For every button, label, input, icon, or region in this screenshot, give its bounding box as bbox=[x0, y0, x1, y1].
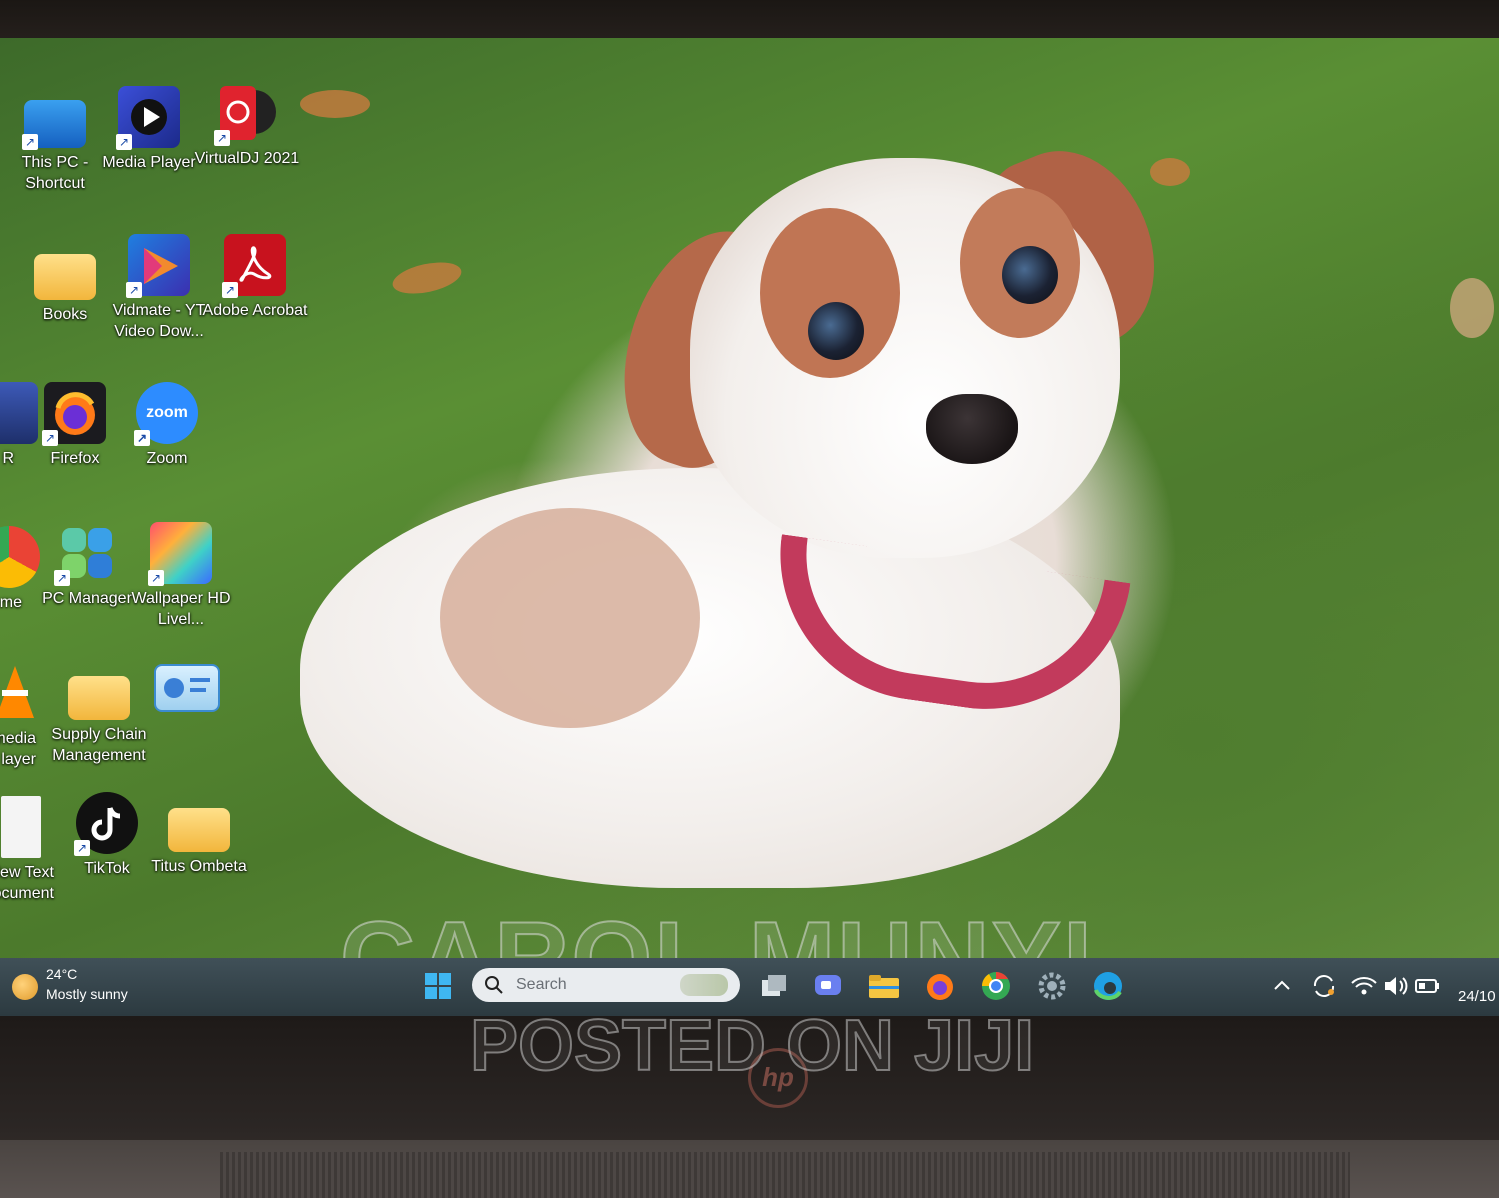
chat-icon bbox=[815, 975, 841, 995]
firefox-icon: ↗ bbox=[42, 382, 106, 446]
leaf-decoration bbox=[300, 90, 370, 118]
desktop-icon-label: Vidmate - YT Video Dow... bbox=[112, 302, 206, 340]
chat-button[interactable] bbox=[810, 968, 846, 1004]
search-icon bbox=[485, 976, 503, 994]
desktop-icon-label: VirtualDJ 2021 bbox=[194, 150, 300, 167]
folder-icon bbox=[34, 254, 96, 300]
leaf-decoration bbox=[389, 257, 465, 299]
taskbar-search-box[interactable]: Search bbox=[472, 968, 740, 1002]
shortcut-arrow-icon: ↗ bbox=[54, 570, 70, 586]
desktop-icon-label: Titus Ombeta bbox=[151, 858, 247, 875]
zoom-icon-glyph: zoom bbox=[146, 404, 188, 421]
weather-temperature: 24°C bbox=[46, 966, 78, 982]
shortcut-arrow-icon: ↗ bbox=[126, 282, 142, 298]
puppy-eye-left bbox=[808, 302, 864, 360]
shortcut-arrow-icon: ↗ bbox=[116, 134, 132, 150]
presentation-icon bbox=[154, 664, 220, 712]
pc-manager-icon: ↗ bbox=[54, 522, 118, 586]
zoom-icon: zoom ↗ bbox=[134, 382, 198, 446]
desktop-icon-label: Adobe Acrobat bbox=[202, 302, 308, 319]
file-explorer-button[interactable] bbox=[866, 968, 902, 1004]
chevron-up-icon bbox=[1274, 980, 1290, 990]
vlc-icon bbox=[0, 662, 46, 724]
volume-tray-button[interactable] bbox=[1378, 968, 1414, 1004]
monitor-icon: ↗ bbox=[22, 100, 86, 150]
wallpaper-icon: ↗ bbox=[148, 522, 212, 586]
leaf-decoration bbox=[1150, 158, 1190, 186]
puppy-eye-right bbox=[1002, 246, 1058, 304]
shortcut-arrow-icon: ↗ bbox=[214, 130, 230, 146]
media-player-icon: ↗ bbox=[116, 86, 180, 150]
taskbar-firefox-button[interactable] bbox=[922, 968, 958, 1004]
desktop-icon-label: Supply Chain Management bbox=[51, 726, 147, 764]
puppy-patch bbox=[440, 508, 700, 728]
task-view-button[interactable] bbox=[756, 968, 792, 1004]
clock-date[interactable]: 24/10 bbox=[1458, 988, 1496, 1005]
desktop-screen: ↗ This PC - Shortcut ↗ Media Player ↗ Vi… bbox=[0, 38, 1499, 1018]
desktop-icon-presentation[interactable] bbox=[132, 664, 242, 716]
partly-sunny-icon bbox=[12, 974, 38, 1000]
desktop-icon-label: Media Player bbox=[102, 154, 196, 171]
leaf-decoration bbox=[1450, 278, 1494, 338]
desktop-icon-adobe-acrobat[interactable]: ↗ Adobe Acrobat bbox=[200, 234, 310, 321]
folder-icon bbox=[168, 808, 230, 852]
wifi-tray-button[interactable] bbox=[1346, 968, 1382, 1004]
desktop-icon-vidmate[interactable]: ↗ Vidmate - YT Video Dow... bbox=[104, 234, 214, 342]
shortcut-arrow-icon: ↗ bbox=[222, 282, 238, 298]
sync-tray-button[interactable] bbox=[1306, 968, 1342, 1004]
watermark-posted: POSTED ON JIJI bbox=[469, 1005, 1035, 1087]
text-document-icon bbox=[1, 796, 41, 858]
desktop-icon-titus-ombeta[interactable]: Titus Ombeta bbox=[144, 798, 254, 877]
virtualdj-icon: ↗ bbox=[214, 82, 278, 146]
chrome-icon bbox=[982, 972, 1010, 1000]
shortcut-arrow-icon: ↗ bbox=[22, 134, 38, 150]
tiktok-icon: ↗ bbox=[74, 792, 138, 856]
task-view-icon bbox=[762, 975, 786, 996]
show-hidden-icons-button[interactable] bbox=[1264, 968, 1300, 1004]
vidmate-icon: ↗ bbox=[126, 234, 190, 298]
search-placeholder: Search bbox=[516, 976, 567, 993]
desktop-icon-label: Wallpaper HD Livel... bbox=[131, 590, 231, 628]
sync-icon bbox=[1313, 975, 1335, 997]
desktop-icon-media-player[interactable]: ↗ Media Player bbox=[94, 86, 204, 173]
battery-icon bbox=[1415, 979, 1439, 993]
shortcut-arrow-icon: ↗ bbox=[134, 430, 150, 446]
search-highlight-icon bbox=[680, 974, 728, 996]
speaker-grille bbox=[220, 1152, 1350, 1198]
acrobat-icon: ↗ bbox=[222, 234, 286, 298]
settings-icon bbox=[1038, 972, 1066, 1000]
shortcut-arrow-icon: ↗ bbox=[74, 840, 90, 856]
puppy-nose bbox=[926, 394, 1018, 464]
shortcut-arrow-icon: ↗ bbox=[148, 570, 164, 586]
windows-start-icon bbox=[425, 973, 451, 999]
file-explorer-icon bbox=[869, 975, 899, 998]
battery-tray-button[interactable] bbox=[1410, 968, 1446, 1004]
start-button[interactable] bbox=[420, 968, 456, 1004]
taskbar-chrome-button[interactable] bbox=[978, 968, 1014, 1004]
desktop-icon-virtualdj[interactable]: ↗ VirtualDJ 2021 bbox=[192, 82, 302, 169]
shortcut-arrow-icon: ↗ bbox=[42, 430, 58, 446]
desktop-icon-label: Zoom bbox=[146, 450, 188, 467]
edge-icon bbox=[1094, 972, 1122, 1000]
taskbar-settings-button[interactable] bbox=[1034, 968, 1070, 1004]
speaker-icon bbox=[1385, 977, 1408, 995]
firefox-icon bbox=[927, 974, 953, 1000]
weather-condition: Mostly sunny bbox=[46, 986, 128, 1002]
folder-icon bbox=[68, 676, 130, 720]
desktop-icon-wallpaper-hd[interactable]: ↗ Wallpaper HD Livel... bbox=[126, 522, 236, 630]
desktop-icon-zoom[interactable]: zoom ↗ Zoom bbox=[112, 382, 222, 469]
taskbar-edge-button[interactable] bbox=[1090, 968, 1126, 1004]
wifi-icon bbox=[1351, 977, 1377, 995]
